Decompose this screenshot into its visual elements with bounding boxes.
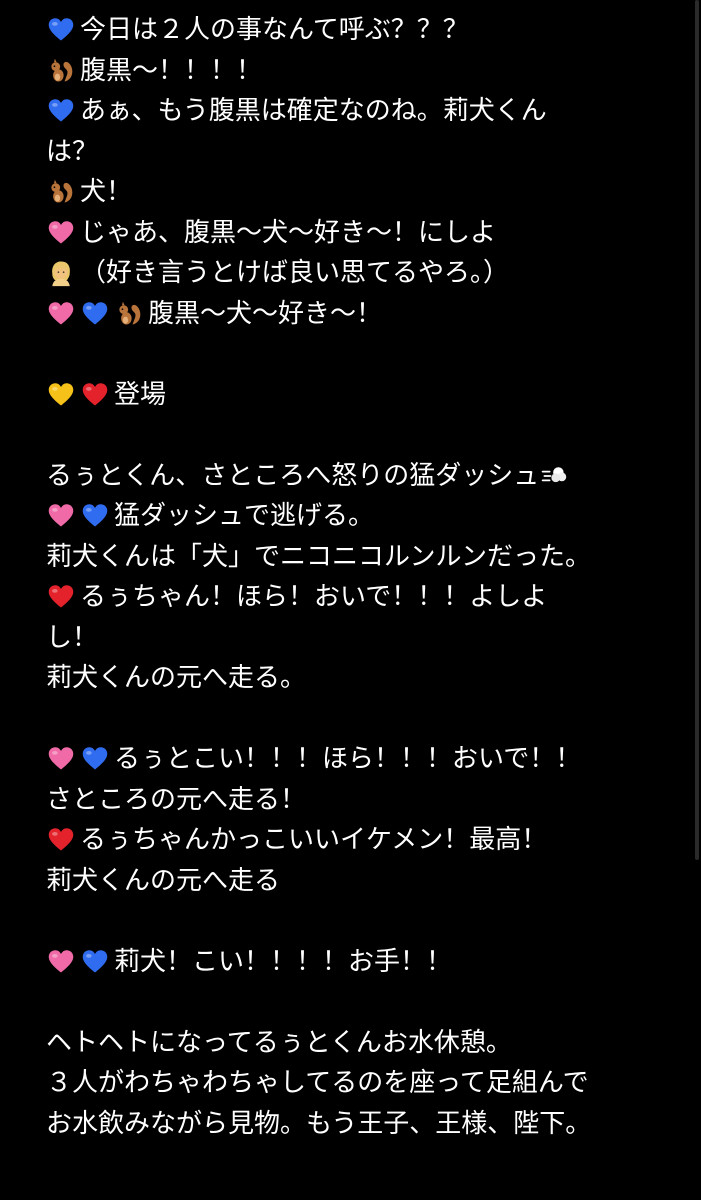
text-line: 莉犬くんは「犬」でニコニコルンルンだった。: [46, 537, 676, 578]
person-icon: [46, 258, 76, 288]
text-line: 莉犬！こい！！！！お手！！: [46, 942, 676, 983]
text-line: お水飲みながら見物。もう王子、王様、陛下。: [46, 1104, 676, 1145]
blue-heart-icon: [80, 744, 110, 774]
text-line: 猛ダッシュで逃げる。: [46, 496, 676, 537]
line-text: 莉犬くんの元へ走る: [46, 865, 281, 896]
note-body[interactable]: 今日は２人の事なんて呼ぶ？？？ 腹黒〜！！！！ あぁ、もう腹黒は確定なのね。莉犬くん…: [46, 10, 676, 1144]
line-text: （好き言うとけば良い思てるやろ。）: [80, 258, 510, 288]
pink-heart-icon: [46, 947, 76, 977]
text-line: 莉犬くんの元へ走る。: [46, 658, 676, 699]
text-line: るぅとこい！！！ほら！！！おいで！！: [46, 739, 676, 780]
line-text: じゃあ、腹黒〜犬〜好き〜！にしよ: [80, 217, 497, 248]
pink-heart-icon: [46, 744, 76, 774]
text-line: ヘトヘトになってるぅとくんお水休憩。: [46, 1023, 676, 1064]
text-line: あぁ、もう腹黒は確定なのね。莉犬くん: [46, 91, 676, 132]
line-text: 腹黒〜！！！！: [80, 55, 263, 86]
line-text: お水飲みながら見物。もう王子、王様、陛下。: [46, 1108, 592, 1139]
text-line: るぅとくん、さところへ怒りの猛ダッシュ: [46, 456, 676, 497]
text-line: 犬！: [46, 172, 676, 213]
squirrel-icon: [46, 56, 76, 86]
line-text: るぅとこい！！！ほら！！！おいで！！: [114, 744, 582, 774]
line-text: 犬！: [80, 177, 133, 207]
red-heart-icon: [80, 380, 110, 410]
line-text: ３人がわちゃわちゃしてるのを座って足組んで: [46, 1068, 589, 1098]
blue-heart-icon: [80, 947, 110, 977]
squirrel-icon: [114, 299, 144, 329]
pink-heart-icon: [46, 299, 76, 329]
text-line: 登場: [46, 375, 676, 416]
line-text: 莉犬くんの元へ走る。: [46, 663, 307, 693]
text-line: ３人がわちゃわちゃしてるのを座って足組んで: [46, 1063, 676, 1104]
text-line: るぅちゃん！ほら！おいで！！！よしよ: [46, 577, 676, 618]
text-line: 今日は２人の事なんて呼ぶ？？？: [46, 10, 676, 51]
line-text: し！: [46, 622, 99, 653]
blue-heart-icon: [80, 299, 110, 329]
squirrel-icon: [46, 177, 76, 207]
text-line: さところの元へ走る！: [46, 780, 676, 821]
blue-heart-icon: [46, 15, 76, 45]
scrollbar[interactable]: [695, 0, 699, 860]
line-text: 莉犬！こい！！！！お手！！: [114, 946, 453, 977]
line-text: 登場: [114, 379, 167, 410]
text-line: （好き言うとけば良い思てるやろ。）: [46, 253, 676, 294]
text-line: 腹黒〜！！！！: [46, 51, 676, 92]
red-heart-icon: [46, 825, 76, 855]
line-text: 今日は２人の事なんて呼ぶ？？？: [80, 15, 469, 45]
text-line: るぅちゃんかっこいいイケメン！最高！: [46, 820, 676, 861]
line-text: 莉犬くんは「犬」でニコニコルンルンだった。: [46, 541, 591, 572]
line-text: るぅちゃんかっこいいイケメン！最高！: [80, 825, 548, 855]
blue-heart-icon: [80, 501, 110, 531]
text-line: し！: [46, 618, 676, 659]
blue-heart-icon: [46, 96, 76, 126]
yellow-heart-icon: [46, 380, 76, 410]
line-text: さところの元へ走る！: [46, 784, 307, 815]
line-text: るぅとくん、さところへ怒りの猛ダッシュ: [46, 460, 540, 491]
line-text: 猛ダッシュで逃げる。: [114, 501, 375, 531]
line-text: は？: [46, 136, 99, 167]
line-text: あぁ、もう腹黒は確定なのね。莉犬くん: [80, 96, 547, 126]
red-heart-icon: [46, 582, 76, 612]
text-line: じゃあ、腹黒〜犬〜好き〜！にしよ: [46, 213, 676, 254]
pink-heart-icon: [46, 501, 76, 531]
text-line: 腹黒〜犬〜好き〜！: [46, 294, 676, 335]
text-line: 莉犬くんの元へ走る: [46, 861, 676, 902]
text-line: は？: [46, 132, 676, 173]
line-text: ヘトヘトになってるぅとくんお水休憩。: [46, 1027, 512, 1058]
line-text: 腹黒〜犬〜好き〜！: [148, 298, 383, 329]
line-text: るぅちゃん！ほら！おいで！！！よしよ: [80, 582, 548, 612]
dash-icon: [539, 461, 569, 491]
pink-heart-icon: [46, 218, 76, 248]
